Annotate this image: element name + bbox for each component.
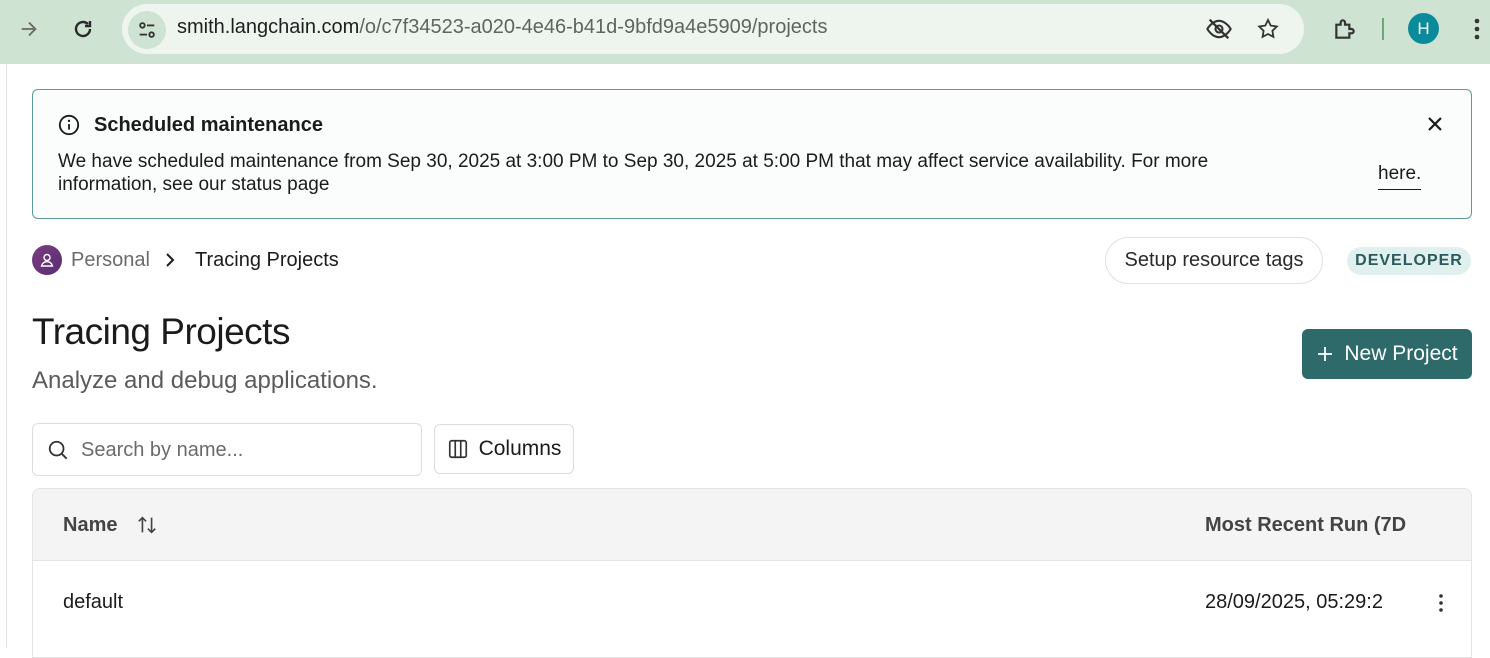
banner-message: We have scheduled maintenance from Sep 3… [58, 151, 1209, 195]
url-host: smith.langchain.com [177, 16, 360, 38]
more-options-icon[interactable] [1431, 591, 1451, 615]
plan-badge: DEVELOPER [1347, 247, 1471, 275]
table-row[interactable]: default 28/09/2025, 05:29:2 [33, 561, 1471, 645]
breadcrumb-workspace[interactable]: Personal [71, 249, 150, 272]
browser-menu-icon[interactable] [1460, 12, 1490, 46]
search-icon [47, 439, 69, 461]
info-icon [58, 114, 80, 136]
workspace-avatar[interactable] [32, 245, 62, 275]
toolbar-divider [1382, 18, 1384, 40]
forward-icon[interactable] [12, 12, 46, 46]
plus-icon [1318, 347, 1333, 361]
banner-title: Scheduled maintenance [94, 114, 323, 136]
chevron-right-icon [162, 251, 178, 269]
projects-table: Name Most Recent Run (7D default 28/09/2… [32, 488, 1472, 658]
page-title: Tracing Projects [32, 311, 290, 352]
columns-label: Columns [478, 437, 562, 460]
eye-off-icon[interactable] [1202, 12, 1236, 46]
new-project-label: New Project [1344, 342, 1458, 365]
search-box [32, 423, 422, 476]
url-path: /o/c7f34523-a020-4e46-b41d-9bfd9a4e5909/… [359, 16, 828, 38]
page-left-border [6, 64, 7, 648]
reload-icon[interactable] [66, 12, 100, 46]
columns-icon [448, 439, 467, 459]
project-name[interactable]: default [63, 591, 123, 614]
table-header: Name Most Recent Run (7D [33, 489, 1471, 561]
breadcrumb-current: Tracing Projects [195, 249, 339, 271]
bookmark-star-icon[interactable] [1251, 12, 1285, 46]
status-page-link[interactable]: here. [1378, 163, 1422, 190]
browser-toolbar: smith.langchain.com/o/c7f34523-a020-4e46… [0, 0, 1490, 64]
search-input[interactable] [81, 434, 411, 466]
column-header-most-recent-run[interactable]: Most Recent Run (7D [1205, 514, 1412, 537]
columns-button[interactable]: Columns [434, 424, 574, 474]
sort-icon[interactable] [136, 514, 158, 536]
profile-avatar[interactable]: H [1408, 13, 1439, 44]
most-recent-run-value: 28/09/2025, 05:29:2 [1205, 591, 1383, 613]
extensions-icon[interactable] [1328, 12, 1362, 46]
column-header-name[interactable]: Name [63, 514, 117, 537]
site-info-icon[interactable] [128, 11, 166, 49]
close-icon[interactable] [1423, 112, 1447, 136]
maintenance-banner: Scheduled maintenance We have scheduled … [32, 89, 1472, 219]
url-text[interactable]: smith.langchain.com/o/c7f34523-a020-4e46… [177, 16, 827, 39]
new-project-button[interactable]: New Project [1302, 329, 1472, 379]
setup-resource-tags-button[interactable]: Setup resource tags [1105, 237, 1323, 284]
page-subtitle: Analyze and debug applications. [32, 367, 378, 394]
